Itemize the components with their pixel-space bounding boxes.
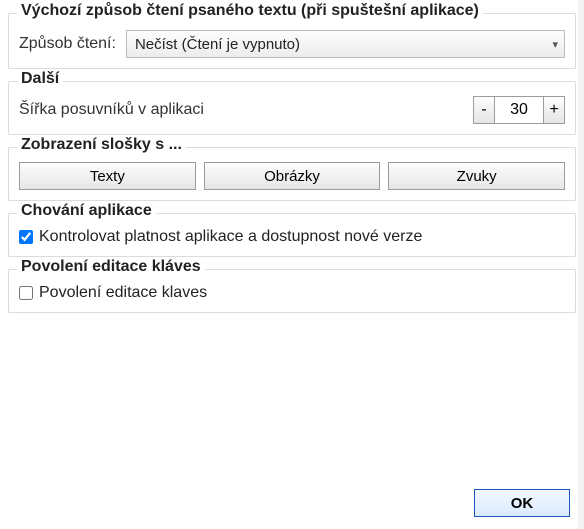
group-keys: Povolení editace kláves Povolení editace… [8,269,576,313]
stepper-slider-width: - + [473,96,565,124]
checkbox-check-updates[interactable] [19,230,33,244]
group-misc: Další Šířka posuvníků v aplikaci - + [8,81,576,135]
label-slider-width: Šířka posuvníků v aplikaci [19,101,204,119]
chevron-down-icon: ▾ [552,38,558,51]
group-legend-misc: Další [17,70,63,88]
open-folder-images-button[interactable]: Obrázky [204,162,381,190]
open-folder-texts-button[interactable]: Texty [19,162,196,190]
slider-width-input[interactable] [495,96,543,124]
select-reading-mode[interactable]: Nečíst (Čtení je vypnuto) ▾ [126,30,565,58]
scrollbar[interactable] [578,0,584,529]
group-legend-folders: Zobrazení slošky s ... [17,136,186,154]
group-default-reading: Výchozí způsob čtení psaného textu (při … [8,13,576,69]
group-legend-keys: Povolení editace kláves [17,258,205,276]
slider-width-decrement-button[interactable]: - [473,96,495,124]
group-legend-reading: Výchozí způsob čtení psaného textu (při … [17,2,483,20]
group-legend-behavior: Chování aplikace [17,202,156,220]
open-folder-sounds-button[interactable]: Zvuky [388,162,565,190]
label-check-updates[interactable]: Kontrolovat platnost aplikace a dostupno… [39,228,422,246]
group-folders: Zobrazení slošky s ... Texty Obrázky Zvu… [8,147,576,201]
checkbox-allow-key-edit[interactable] [19,286,33,300]
slider-width-increment-button[interactable]: + [543,96,565,124]
group-behavior: Chování aplikace Kontrolovat platnost ap… [8,213,576,257]
label-allow-key-edit[interactable]: Povolení editace klaves [39,284,207,302]
label-reading-mode: Způsob čtení: [19,35,116,53]
select-reading-mode-value: Nečíst (Čtení je vypnuto) [135,36,300,53]
ok-button[interactable]: OK [474,489,570,517]
